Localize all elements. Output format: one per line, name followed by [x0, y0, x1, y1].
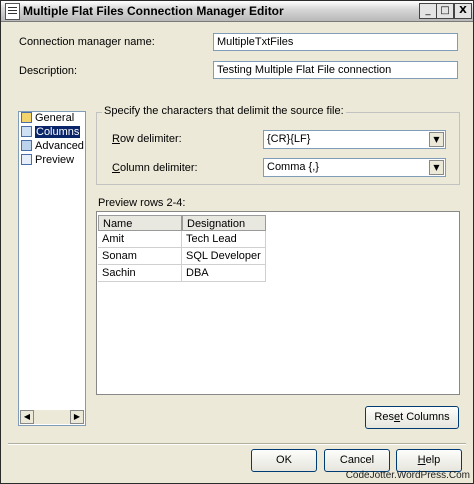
table-cell[interactable]: DBA [182, 265, 266, 282]
minimize-button[interactable]: _ [419, 3, 437, 19]
connection-name-field[interactable]: MultipleTxtFiles [213, 33, 458, 51]
divider [8, 443, 466, 445]
column-delimiter-label: Column delimiter: [112, 162, 198, 174]
cancel-button[interactable]: Cancel [324, 449, 390, 472]
ok-button[interactable]: OK [251, 449, 317, 472]
column-header-designation[interactable]: Designation [182, 215, 266, 231]
nav-list[interactable]: General Columns Advanced Preview ◀ ▶ [18, 111, 86, 426]
nav-item-preview[interactable]: Preview [21, 154, 74, 167]
chevron-down-icon[interactable]: ▼ [429, 160, 444, 175]
row-delimiter-value: {CR}{LF} [267, 133, 311, 145]
window-title: Multiple Flat Files Connection Manager E… [23, 4, 284, 18]
reset-columns-button[interactable]: Reset Columns [365, 406, 459, 429]
columns-icon [21, 126, 32, 137]
column-header-name[interactable]: Name [98, 215, 182, 231]
preview-grid[interactable]: Name Designation Amit Tech Lead Sonam SQ… [96, 211, 460, 395]
nav-item-label: Preview [35, 154, 75, 166]
description-field[interactable]: Testing Multiple Flat File connection [213, 61, 458, 79]
table-cell[interactable]: Sonam [98, 248, 182, 265]
advanced-icon [21, 140, 32, 151]
column-delimiter-dropdown[interactable]: Comma {,} ▼ [263, 158, 446, 177]
nav-item-general[interactable]: General [21, 112, 74, 125]
row-delimiter-label: Row delimiter: [112, 133, 182, 145]
editor-window: Multiple Flat Files Connection Manager E… [0, 0, 474, 484]
table-cell[interactable]: SQL Developer [182, 248, 266, 265]
preview-rows-label: Preview rows 2-4: [98, 197, 186, 209]
nav-horizontal-scrollbar[interactable]: ◀ ▶ [20, 410, 84, 424]
nav-item-label: General [35, 112, 75, 124]
watermark: CodeJotter.WordPress.Com [345, 470, 470, 481]
description-label: Description: [19, 65, 78, 77]
maximize-button[interactable]: □ [436, 3, 454, 19]
table-cell[interactable]: Amit [98, 231, 182, 248]
close-button[interactable]: X [454, 3, 472, 19]
delimiter-group-title: Specify the characters that delimit the … [102, 105, 346, 117]
scroll-right-icon[interactable]: ▶ [70, 410, 84, 424]
row-delimiter-dropdown[interactable]: {CR}{LF} ▼ [263, 130, 446, 149]
column-delimiter-value: Comma {,} [267, 161, 319, 173]
scroll-left-icon[interactable]: ◀ [20, 410, 34, 424]
app-icon [5, 3, 20, 20]
preview-icon [21, 154, 32, 165]
general-icon [21, 112, 32, 123]
title-bar[interactable]: Multiple Flat Files Connection Manager E… [1, 1, 473, 22]
nav-item-advanced[interactable]: Advanced [21, 140, 84, 153]
help-button[interactable]: Help [396, 449, 462, 472]
table-cell[interactable]: Tech Lead [182, 231, 266, 248]
nav-item-columns[interactable]: Columns [21, 126, 81, 139]
table-cell[interactable]: Sachin [98, 265, 182, 282]
chevron-down-icon[interactable]: ▼ [429, 132, 444, 147]
connection-name-label: Connection manager name: [19, 36, 155, 48]
nav-item-label: Advanced [35, 140, 84, 152]
nav-item-label: Columns [35, 126, 81, 138]
